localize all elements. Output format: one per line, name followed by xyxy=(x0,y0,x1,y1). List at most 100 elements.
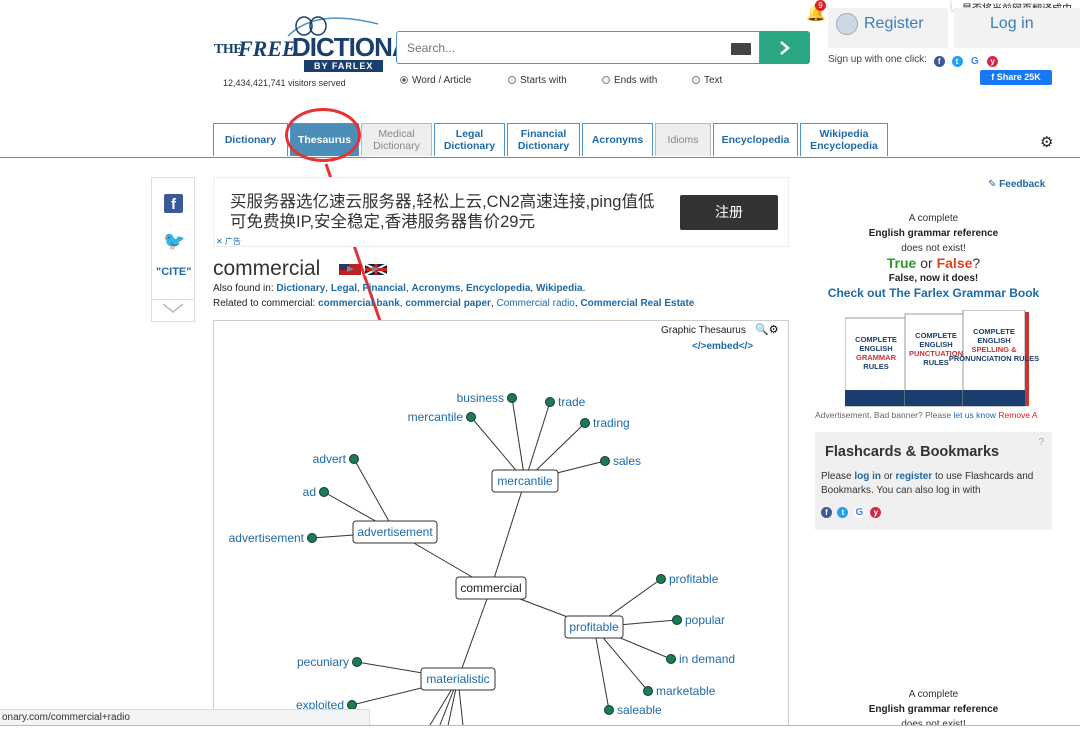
facebook-icon[interactable]: f xyxy=(164,194,183,213)
twitter-icon[interactable]: 🐦 xyxy=(163,231,185,252)
graph-leaf-dot[interactable] xyxy=(643,686,653,696)
yahoo-icon[interactable]: y xyxy=(987,56,999,67)
remove-ads-link[interactable]: Remove A xyxy=(998,410,1037,420)
register-button[interactable]: Register xyxy=(828,8,948,48)
graph-leaf-label[interactable]: ad xyxy=(303,485,316,499)
login-button[interactable]: Log in xyxy=(954,8,1080,48)
mode-word-article[interactable]: Word / Article xyxy=(400,75,471,86)
graph-hub-label[interactable]: mercantile xyxy=(497,474,553,488)
graph-leaf-dot[interactable] xyxy=(604,705,614,715)
graph-leaf-dot[interactable] xyxy=(580,418,590,428)
facebook-share-button[interactable]: f Share 25K xyxy=(980,70,1052,85)
google-icon[interactable]: G xyxy=(853,507,865,518)
search-input[interactable] xyxy=(405,40,709,56)
tab-dictionary[interactable]: Dictionary xyxy=(213,123,288,156)
also-found-link[interactable]: Dictionary xyxy=(276,283,325,294)
flash-login-link[interactable]: log in xyxy=(854,471,881,482)
cite-button[interactable]: "CITE" xyxy=(156,266,192,278)
also-found-label: Also found in: xyxy=(213,283,274,294)
graph-leaf-label[interactable]: advertisement xyxy=(229,531,305,545)
graph-leaf-dot[interactable] xyxy=(349,454,359,464)
tab-medical-dictionary[interactable]: Medical Dictionary xyxy=(361,123,432,156)
mode-text[interactable]: Text xyxy=(692,75,722,86)
yahoo-icon[interactable]: y xyxy=(870,507,882,518)
graph-leaf-dot[interactable] xyxy=(466,412,476,422)
graph-leaf-label[interactable]: mercantile xyxy=(408,410,464,424)
graph-leaf-dot[interactable] xyxy=(319,487,329,497)
graph-hub-label[interactable]: profitable xyxy=(569,620,619,634)
graph-leaf-dot[interactable] xyxy=(307,533,317,543)
mode-starts-with[interactable]: Starts with xyxy=(508,75,567,86)
graph-leaf-label[interactable]: advert xyxy=(313,452,347,466)
graph-center-label[interactable]: commercial xyxy=(460,581,521,595)
feedback-link[interactable]: ✎ Feedback xyxy=(988,179,1045,190)
graph-leaf-dot[interactable] xyxy=(666,654,676,664)
mode-ends-with[interactable]: Ends with xyxy=(602,75,657,86)
also-found-link[interactable]: Acronyms xyxy=(411,283,460,294)
tab-idioms[interactable]: Idioms xyxy=(655,123,711,156)
flashcards-bookmarks-panel: Flashcards & Bookmarks ? Please log in o… xyxy=(815,432,1052,530)
let-us-know-link[interactable]: let us know xyxy=(953,410,996,420)
graph-leaf-dot[interactable] xyxy=(545,397,555,407)
google-icon[interactable]: G xyxy=(969,56,981,67)
also-found-link[interactable]: Financial xyxy=(363,283,406,294)
tab-encyclopedia[interactable]: Encyclopedia xyxy=(713,123,798,156)
related-link[interactable]: Commercial Real Estate xyxy=(580,298,694,309)
graph-leaf-dot[interactable] xyxy=(656,574,666,584)
graph-leaf-label[interactable]: business xyxy=(457,391,504,405)
help-icon[interactable]: ? xyxy=(1038,437,1044,448)
graph-leaf-label[interactable]: sales xyxy=(613,454,641,468)
gear-icon[interactable]: ⚙ xyxy=(769,324,779,336)
signup-text: Sign up with one click: xyxy=(828,54,927,65)
graph-leaf-label[interactable]: trade xyxy=(558,395,586,409)
flash-register-link[interactable]: register xyxy=(896,471,933,482)
radio-icon xyxy=(602,76,610,84)
facebook-icon[interactable]: f xyxy=(933,56,945,67)
graph-edge xyxy=(490,480,526,589)
related-link[interactable]: commercial bank xyxy=(318,298,400,309)
graph-hub-label[interactable]: advertisement xyxy=(357,525,433,539)
graph-leaf-label[interactable]: popular xyxy=(685,613,725,627)
embed-link[interactable]: </>embed</> xyxy=(692,341,753,352)
facebook-icon[interactable]: f xyxy=(821,507,832,518)
graph-leaf-dot[interactable] xyxy=(600,456,610,466)
related-link[interactable]: Commercial radio xyxy=(497,298,575,309)
grammar-books-image[interactable]: COMPLETE ENGLISH GRAMMAR RULES COMPLETE ENGL… xyxy=(845,310,1055,410)
zoom-icon[interactable]: 🔍 xyxy=(755,324,769,336)
pronunciation-flags-icon[interactable] xyxy=(339,262,389,276)
tab-financial-dictionary[interactable]: Financial Dictionary xyxy=(507,123,580,156)
flashcards-text: Please log in or register to use Flashca… xyxy=(821,470,1047,498)
ad-register-button[interactable]: 注册 xyxy=(680,195,778,230)
graph-hub-label[interactable]: materialistic xyxy=(426,672,489,686)
promo-true-false: True or False? xyxy=(815,256,1052,271)
graph-leaf-label[interactable]: saleable xyxy=(617,703,662,717)
related-link[interactable]: commercial paper xyxy=(405,298,491,309)
also-found-link[interactable]: Legal xyxy=(331,283,357,294)
twitter-icon[interactable]: t xyxy=(951,56,963,67)
graph-leaf-label[interactable]: marketable xyxy=(656,684,716,698)
tab-legal-dictionary[interactable]: Legal Dictionary xyxy=(434,123,505,156)
tab-wikipedia-encyclopedia[interactable]: Wikipedia Encyclopedia xyxy=(800,123,888,156)
ad-banner[interactable]: 买服务器选亿速云服务器,轻松上云,CN2高速连接,ping值低可免费换IP,安全… xyxy=(213,177,789,247)
feedback-label: Feedback xyxy=(999,179,1046,190)
edit-icon: ✎ xyxy=(988,179,1000,190)
keyboard-icon[interactable] xyxy=(731,43,751,55)
graph-leaf-dot[interactable] xyxy=(672,615,682,625)
graph-leaf-dot[interactable] xyxy=(507,393,517,403)
tab-acronyms[interactable]: Acronyms xyxy=(582,123,653,156)
also-found-link[interactable]: Encyclopedia xyxy=(466,283,530,294)
grammar-promo[interactable]: A complete English grammar reference doe… xyxy=(815,211,1052,301)
twitter-icon[interactable]: t xyxy=(837,507,849,518)
search-box[interactable] xyxy=(396,31,760,64)
chevron-down-icon[interactable] xyxy=(162,302,184,314)
ad-close-mark[interactable]: ✕ 广告 xyxy=(216,236,241,247)
graph-leaf-label[interactable]: trading xyxy=(593,416,630,430)
graph-leaf-label[interactable]: pecuniary xyxy=(297,655,349,669)
grammar-book-link[interactable]: Check out The Farlex Grammar Book xyxy=(815,286,1052,301)
graph-leaf-label[interactable]: in demand xyxy=(679,652,735,666)
graph-leaf-dot[interactable] xyxy=(352,657,362,667)
gear-icon[interactable]: ⚙ xyxy=(1040,133,1053,151)
also-found-link[interactable]: Wikipedia xyxy=(536,283,583,294)
graph-leaf-label[interactable]: profitable xyxy=(669,572,719,586)
search-button[interactable] xyxy=(760,31,810,64)
